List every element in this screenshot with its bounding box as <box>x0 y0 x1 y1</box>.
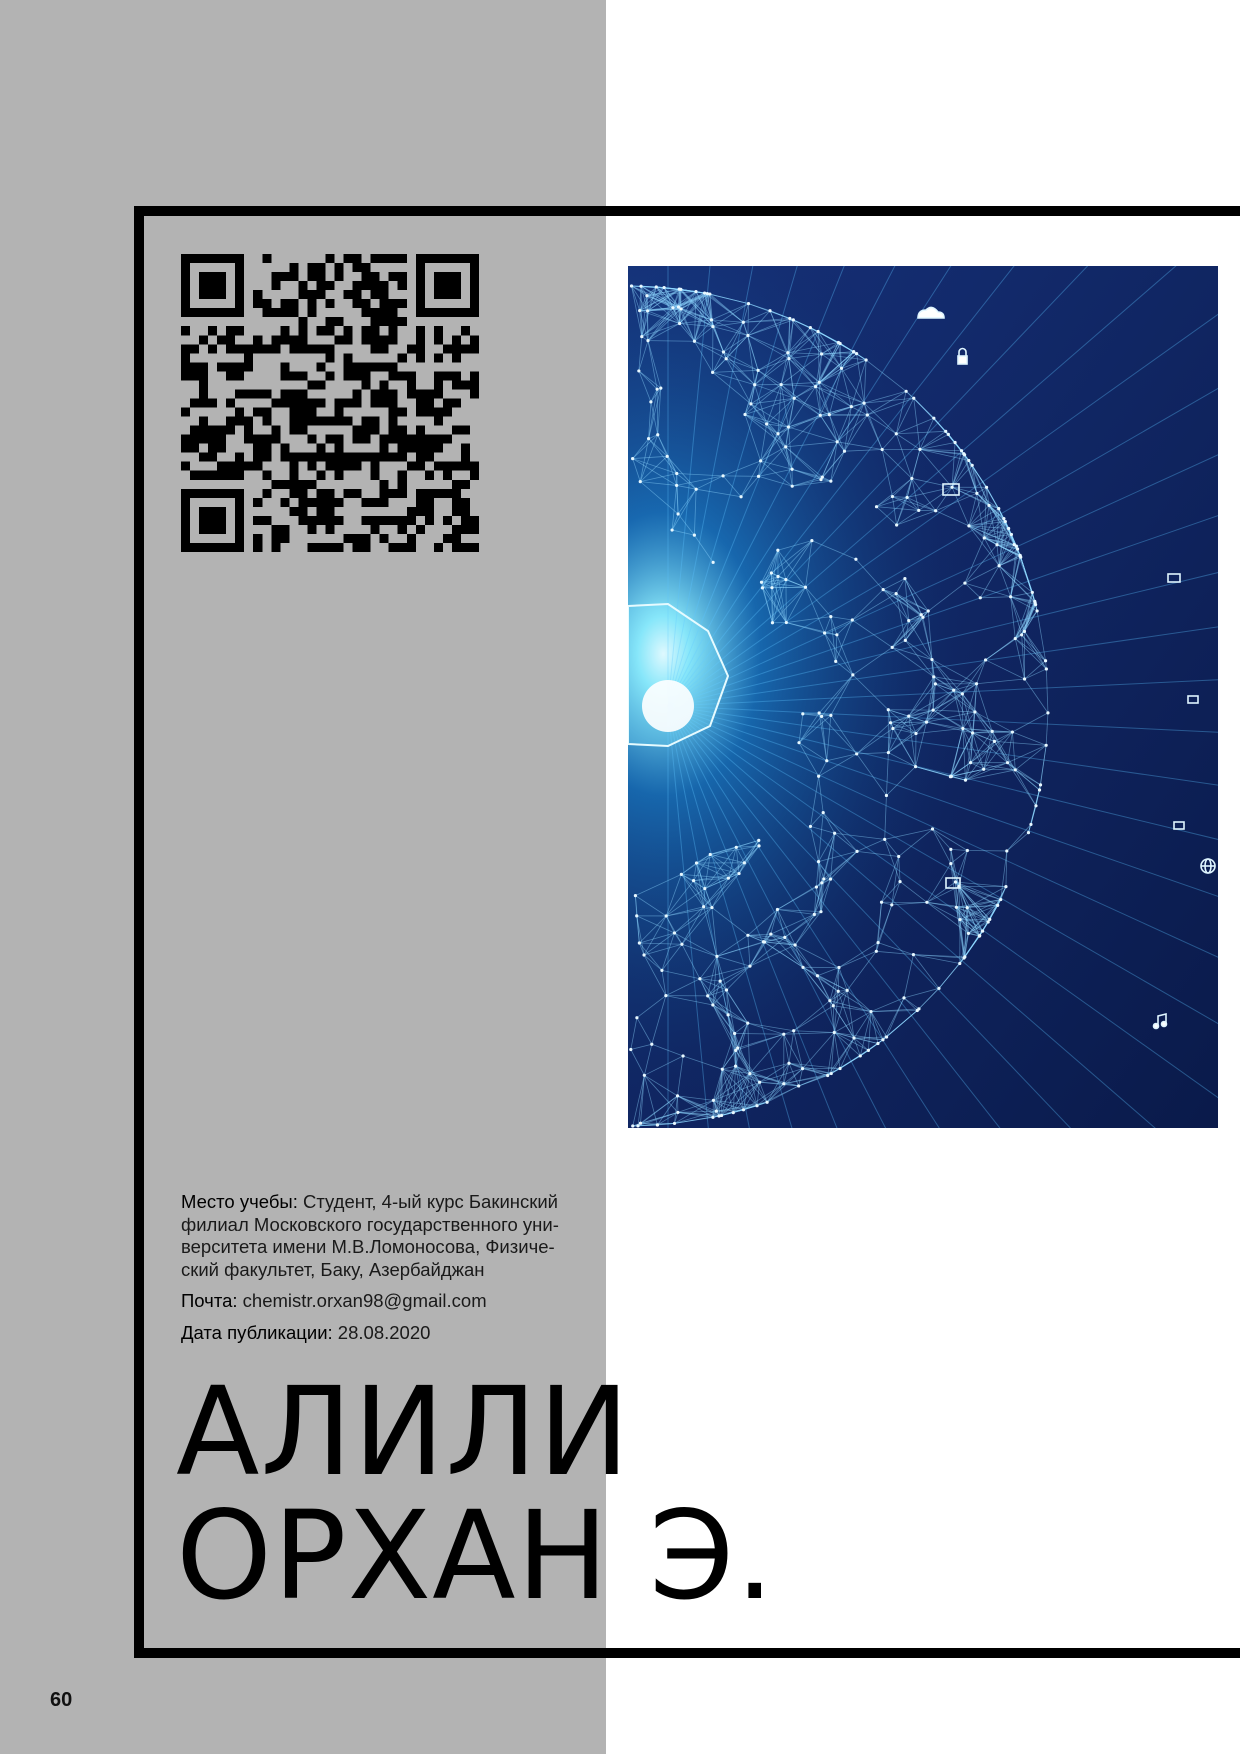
email-label: Почта: <box>181 1290 238 1311</box>
author-given-name: ОРХАН Э. <box>176 1485 776 1627</box>
qr-code-icon[interactable] <box>181 254 479 552</box>
email: Почта: chemistr.orxan98@gmail.com <box>181 1290 581 1313</box>
author-info: Место учебы: Студент, 4-ый курс Бакински… <box>181 1191 581 1353</box>
date-value: 28.08.2020 <box>332 1321 431 1343</box>
page-number: 60 <box>50 1689 73 1711</box>
author-surname: АЛИЛИ <box>176 1361 631 1503</box>
date-label: Дата публикации: <box>181 1321 333 1343</box>
email-value[interactable]: chemistr.orxan98@gmail.com <box>238 1290 487 1311</box>
network-globe-image <box>628 266 1218 1128</box>
study-label: Место учебы: <box>181 1191 298 1212</box>
author-name: АЛИЛИ ОРХАН Э. <box>176 1370 775 1618</box>
publication-date: Дата публикации: 28.08.2020 <box>181 1322 581 1345</box>
study-place: Место учебы: Студент, 4-ый курс Бакински… <box>181 1191 581 1281</box>
